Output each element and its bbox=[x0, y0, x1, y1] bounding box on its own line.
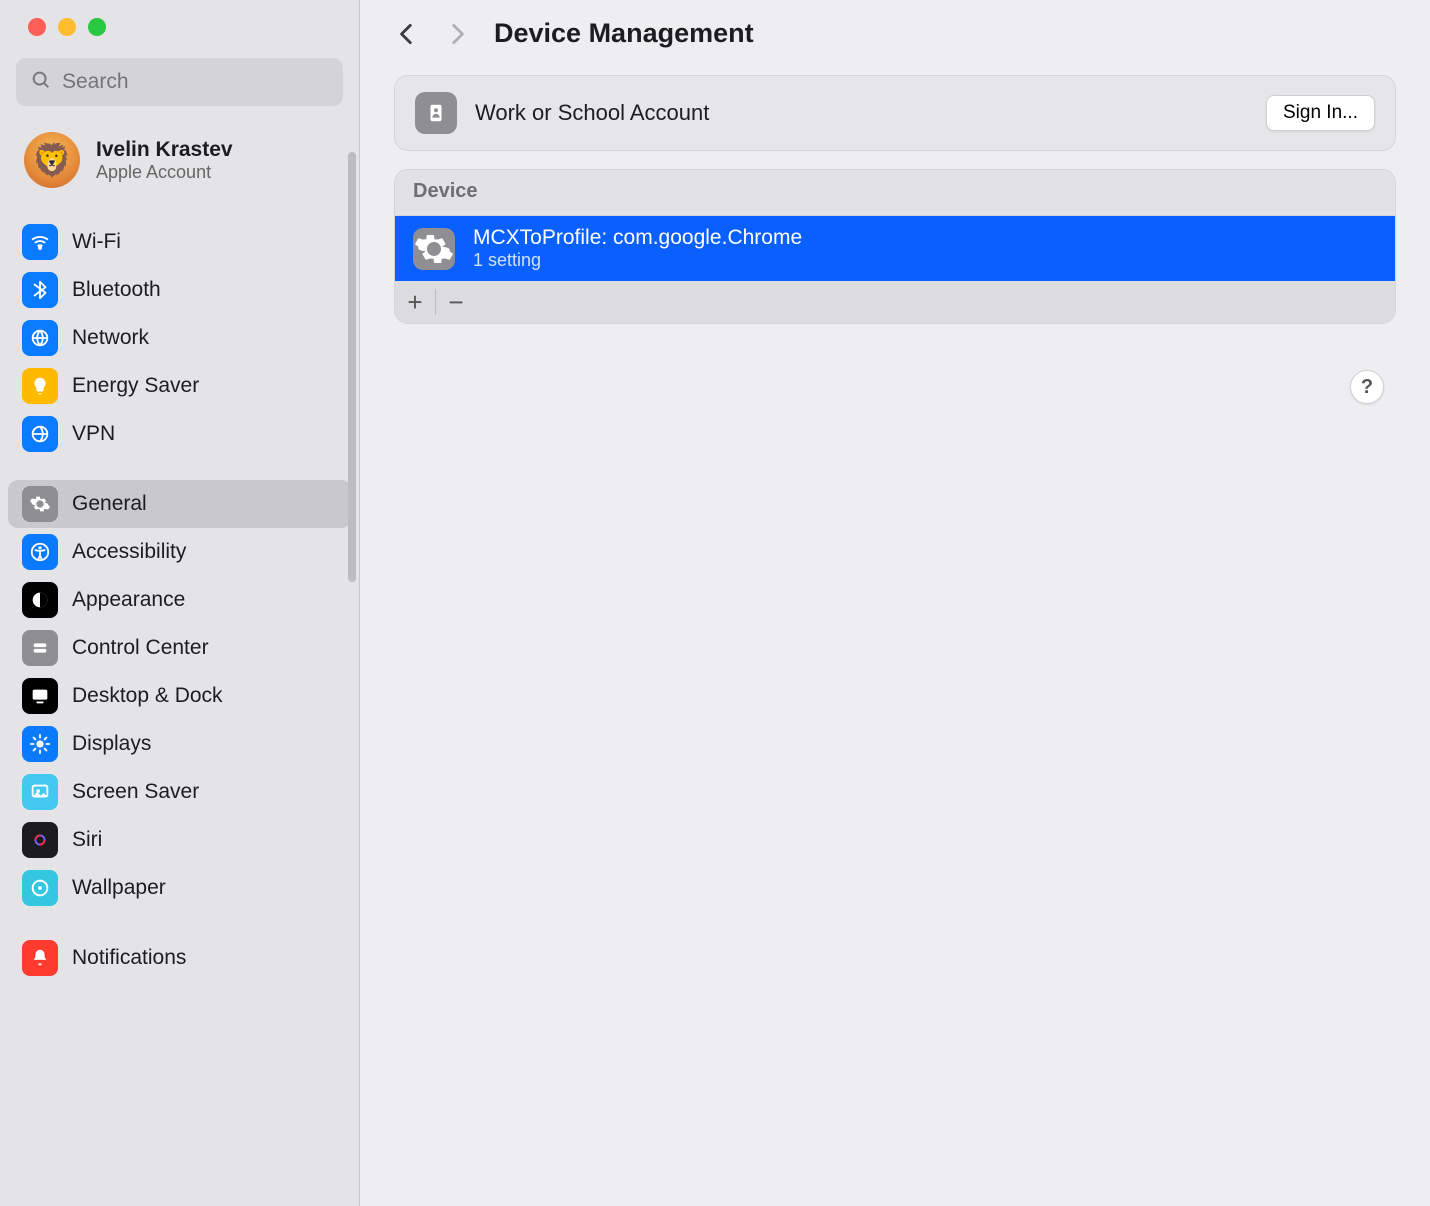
header: Device Management bbox=[394, 18, 1396, 49]
sidebar-item-network[interactable]: Network bbox=[8, 314, 351, 362]
screensaver-icon bbox=[22, 774, 58, 810]
search-icon bbox=[30, 69, 52, 96]
scrollbar[interactable] bbox=[348, 152, 356, 582]
sidebar: 🦁 Ivelin Krastev Apple Account Wi-Fi Blue… bbox=[0, 0, 360, 1206]
sidebar-item-screensaver[interactable]: Screen Saver bbox=[8, 768, 351, 816]
sidebar-nav[interactable]: Wi-Fi Bluetooth Network Energy Saver VPN Gene… bbox=[0, 206, 359, 1206]
page-title: Device Management bbox=[494, 18, 754, 49]
cc-icon bbox=[22, 630, 58, 666]
sidebar-item-label: Bluetooth bbox=[72, 278, 161, 302]
minimize-window-button[interactable] bbox=[58, 18, 76, 36]
sidebar-item-label: Appearance bbox=[72, 588, 185, 612]
sidebar-item-vpn[interactable]: VPN bbox=[8, 410, 351, 458]
profile-row[interactable]: MCXToProfile: com.google.Chrome 1 settin… bbox=[395, 216, 1395, 281]
sidebar-item-label: Desktop & Dock bbox=[72, 684, 223, 708]
a11y-icon bbox=[22, 534, 58, 570]
main-content: Device Management Work or School Account… bbox=[360, 0, 1430, 1206]
desktop-icon bbox=[22, 678, 58, 714]
profile-name: MCXToProfile: com.google.Chrome bbox=[473, 226, 802, 250]
sidebar-item-accessibility[interactable]: Accessibility bbox=[8, 528, 351, 576]
displays-icon bbox=[22, 726, 58, 762]
sidebar-item-controlcenter[interactable]: Control Center bbox=[8, 624, 351, 672]
sidebar-item-appearance[interactable]: Appearance bbox=[8, 576, 351, 624]
remove-profile-button[interactable]: − bbox=[436, 281, 476, 323]
help-button[interactable]: ? bbox=[1350, 370, 1384, 404]
sidebar-item-label: Accessibility bbox=[72, 540, 186, 564]
close-window-button[interactable] bbox=[28, 18, 46, 36]
badge-icon bbox=[415, 92, 457, 134]
sidebar-item-label: Notifications bbox=[72, 946, 186, 970]
gear-icon bbox=[22, 486, 58, 522]
siri-icon bbox=[22, 822, 58, 858]
device-card: Device MCXToProfile: com.google.Chrome 1… bbox=[394, 169, 1396, 324]
sidebar-item-wifi[interactable]: Wi-Fi bbox=[8, 218, 351, 266]
sidebar-item-bluetooth[interactable]: Bluetooth bbox=[8, 266, 351, 314]
sidebar-item-label: Wallpaper bbox=[72, 876, 166, 900]
sidebar-item-general[interactable]: General bbox=[8, 480, 351, 528]
account-subtitle: Apple Account bbox=[96, 162, 233, 183]
sidebar-item-label: Control Center bbox=[72, 636, 209, 660]
sidebar-item-label: Screen Saver bbox=[72, 780, 199, 804]
globe-icon bbox=[22, 320, 58, 356]
bluetooth-icon bbox=[22, 272, 58, 308]
sidebar-item-label: Network bbox=[72, 326, 149, 350]
sidebar-item-label: VPN bbox=[72, 422, 115, 446]
sidebar-item-label: General bbox=[72, 492, 147, 516]
sidebar-item-desktop[interactable]: Desktop & Dock bbox=[8, 672, 351, 720]
profile-subtitle: 1 setting bbox=[473, 250, 802, 271]
work-school-card: Work or School Account Sign In... bbox=[394, 75, 1396, 151]
work-school-label: Work or School Account bbox=[475, 100, 709, 126]
device-header: Device bbox=[395, 170, 1395, 216]
add-profile-button[interactable]: + bbox=[395, 281, 435, 323]
search-field[interactable] bbox=[16, 58, 343, 106]
sidebar-item-label: Siri bbox=[72, 828, 102, 852]
gear-icon bbox=[413, 228, 455, 270]
search-input[interactable] bbox=[52, 70, 329, 94]
account-name: Ivelin Krastev bbox=[96, 138, 233, 162]
bell-icon bbox=[22, 940, 58, 976]
back-button[interactable] bbox=[394, 21, 420, 47]
device-footer: + − bbox=[395, 281, 1395, 323]
avatar: 🦁 bbox=[24, 132, 80, 188]
sign-in-button[interactable]: Sign In... bbox=[1266, 95, 1375, 131]
sidebar-item-displays[interactable]: Displays bbox=[8, 720, 351, 768]
sidebar-item-notifications[interactable]: Notifications bbox=[8, 934, 351, 982]
sidebar-item-label: Wi-Fi bbox=[72, 230, 121, 254]
zoom-window-button[interactable] bbox=[88, 18, 106, 36]
wifi-icon bbox=[22, 224, 58, 260]
sidebar-item-wallpaper[interactable]: Wallpaper bbox=[8, 864, 351, 912]
apple-account-row[interactable]: 🦁 Ivelin Krastev Apple Account bbox=[0, 122, 359, 206]
sidebar-item-label: Displays bbox=[72, 732, 151, 756]
bulb-icon bbox=[22, 368, 58, 404]
forward-button[interactable] bbox=[444, 21, 470, 47]
appearance-icon bbox=[22, 582, 58, 618]
window-controls bbox=[0, 18, 359, 36]
vpn-icon bbox=[22, 416, 58, 452]
sidebar-item-label: Energy Saver bbox=[72, 374, 199, 398]
wallpaper-icon bbox=[22, 870, 58, 906]
sidebar-item-energy[interactable]: Energy Saver bbox=[8, 362, 351, 410]
sidebar-item-siri[interactable]: Siri bbox=[8, 816, 351, 864]
